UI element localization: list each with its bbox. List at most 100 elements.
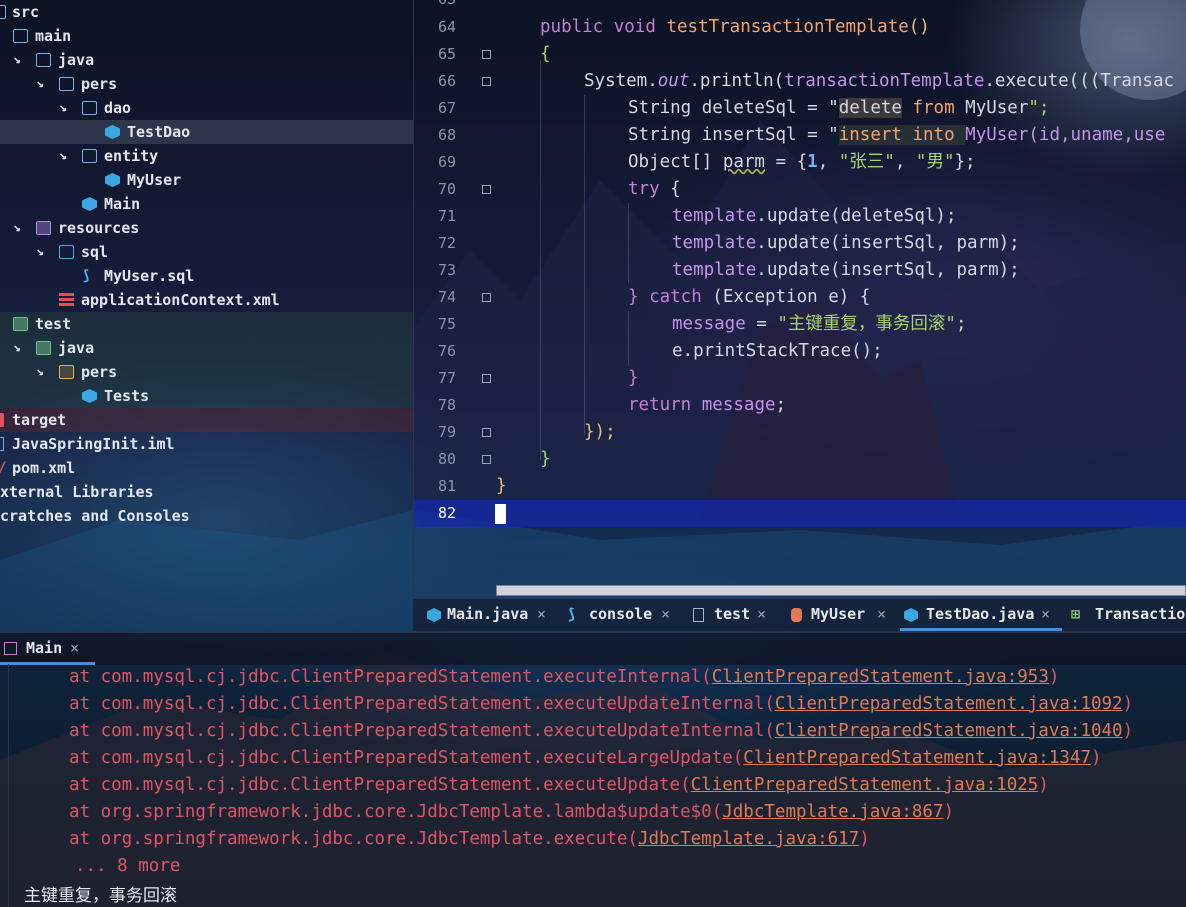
tree-item-test[interactable]: test bbox=[0, 312, 413, 336]
tree-item-dao[interactable]: ↘ dao bbox=[0, 96, 413, 120]
tree-item-entity[interactable]: ↘ entity bbox=[0, 144, 413, 168]
tree-item-pom[interactable]: / pom.xml bbox=[0, 456, 413, 480]
close-icon[interactable]: × bbox=[877, 599, 886, 630]
tab-console[interactable]: ⟆ console × bbox=[565, 599, 687, 631]
tree-item-external-libraries[interactable]: xternal Libraries bbox=[0, 480, 413, 504]
code-line-72[interactable]: template.update(insertSql, parm); bbox=[672, 230, 1020, 257]
code-line-65[interactable]: { bbox=[540, 41, 551, 68]
expand-arrow-icon[interactable]: ↘ bbox=[9, 336, 25, 360]
code-line-67[interactable]: String deleteSql = "delete from MyUser"; bbox=[628, 95, 1049, 122]
java-class-icon bbox=[82, 197, 97, 211]
tab-myuser[interactable]: MyUser × bbox=[789, 599, 899, 631]
expand-arrow-icon[interactable]: ↘ bbox=[55, 96, 71, 120]
close-icon[interactable]: × bbox=[70, 633, 79, 664]
tree-item-iml[interactable]: JavaSpringInit.iml bbox=[0, 432, 413, 456]
tree-item-applicationcontext[interactable]: applicationContext.xml bbox=[0, 288, 413, 312]
line-number: 73 bbox=[437, 261, 456, 279]
tree-item-main-class[interactable]: Main bbox=[0, 192, 413, 216]
code-line-64[interactable]: public void testTransactionTemplate() bbox=[540, 14, 930, 41]
folder-icon bbox=[36, 53, 51, 67]
tree-item-main[interactable]: main bbox=[0, 24, 413, 48]
code-line-69[interactable]: Object[] parm = {1, "张三", "男"}; bbox=[628, 149, 976, 176]
line-number: 66 bbox=[437, 72, 456, 90]
tree-item-resources[interactable]: ↘ resources bbox=[0, 216, 413, 240]
source-link[interactable]: JdbcTemplate.java:617 bbox=[638, 829, 859, 849]
tree-item-pers[interactable]: ↘ pers bbox=[0, 72, 413, 96]
tree-item-tests[interactable]: Tests bbox=[0, 384, 413, 408]
fold-marker-icon[interactable] bbox=[482, 50, 491, 59]
fold-marker-icon[interactable] bbox=[482, 293, 491, 302]
stack-trace-line: at org.springframework.jdbc.core.JdbcTem… bbox=[69, 829, 870, 849]
expand-arrow-icon[interactable]: ↘ bbox=[9, 216, 25, 240]
indent-guide bbox=[540, 60, 541, 460]
horizontal-scrollbar[interactable] bbox=[496, 585, 1186, 596]
tab-main-java[interactable]: Main.java × bbox=[425, 599, 560, 631]
code-line-78[interactable]: return message; bbox=[628, 392, 786, 419]
code-line-74[interactable]: } catch (Exception e) { bbox=[628, 284, 870, 311]
stack-trace-line: at com.mysql.cj.jdbc.ClientPreparedState… bbox=[69, 721, 1134, 741]
code-line-76[interactable]: e.printStackTrace(); bbox=[672, 338, 883, 365]
tab-test[interactable]: test × bbox=[691, 599, 781, 631]
tree-item-java[interactable]: ↘ java bbox=[0, 48, 413, 72]
code-line-75[interactable]: message = "主键重复，事务回滚"; bbox=[672, 311, 967, 338]
tree-item-scratches[interactable]: cratches and Consoles bbox=[0, 504, 413, 528]
java-class-icon bbox=[904, 608, 918, 622]
source-link[interactable]: JdbcTemplate.java:867 bbox=[722, 802, 943, 822]
indent-guide bbox=[584, 95, 585, 435]
run-panel-header: Main × bbox=[0, 632, 1186, 665]
tree-item-myuser-sql[interactable]: ⟆ MyUser.sql bbox=[0, 264, 413, 288]
tree-item-sql[interactable]: ↘ sql bbox=[0, 240, 413, 264]
indent-guide bbox=[628, 311, 629, 366]
diagram-icon: ⊞ bbox=[1071, 605, 1081, 623]
fold-marker-icon[interactable] bbox=[482, 185, 491, 194]
source-link[interactable]: ClientPreparedStatement.java:1347 bbox=[743, 748, 1091, 768]
xml-file-icon bbox=[59, 293, 74, 307]
expand-arrow-icon[interactable]: ↘ bbox=[32, 360, 48, 384]
fold-marker-icon[interactable] bbox=[482, 455, 491, 464]
line-number: 79 bbox=[437, 423, 456, 441]
source-link[interactable]: ClientPreparedStatement.java:1040 bbox=[775, 721, 1123, 741]
close-icon[interactable]: × bbox=[1041, 599, 1050, 630]
tab-testdao-java[interactable]: TestDao.java × bbox=[900, 599, 1062, 631]
fold-marker-icon[interactable] bbox=[482, 374, 491, 383]
tree-item-test-pers[interactable]: ↘ pers bbox=[0, 360, 413, 384]
code-line-73[interactable]: template.update(insertSql, parm); bbox=[672, 257, 1020, 284]
code-line-80[interactable]: } bbox=[540, 446, 551, 473]
line-number: 74 bbox=[437, 288, 456, 306]
line-number: 80 bbox=[437, 450, 456, 468]
close-icon[interactable]: × bbox=[537, 599, 546, 630]
run-tab-main[interactable]: Main × bbox=[0, 633, 95, 665]
stack-trace-line: at com.mysql.cj.jdbc.ClientPreparedState… bbox=[69, 667, 1060, 687]
code-line-77[interactable]: } bbox=[628, 365, 639, 392]
java-class-icon bbox=[105, 125, 120, 139]
tree-item-test-java[interactable]: ↘ java bbox=[0, 336, 413, 360]
db-table-icon bbox=[791, 608, 802, 622]
close-icon[interactable]: × bbox=[661, 599, 670, 630]
source-link[interactable]: ClientPreparedStatement.java:1025 bbox=[691, 775, 1039, 795]
tree-item-myuser[interactable]: MyUser bbox=[0, 168, 413, 192]
tree-item-src[interactable]: src bbox=[0, 0, 413, 24]
tree-item-target[interactable]: target bbox=[0, 408, 413, 432]
expand-arrow-icon[interactable]: ↘ bbox=[9, 48, 25, 72]
code-line-81[interactable]: } bbox=[496, 473, 507, 500]
code-line-71[interactable]: template.update(deleteSql); bbox=[672, 203, 956, 230]
code-line-66[interactable]: System.out.println(transactionTemplate.e… bbox=[584, 68, 1174, 95]
fold-marker-icon[interactable] bbox=[482, 77, 491, 86]
code-line-68[interactable]: String insertSql = "insert into MyUser(i… bbox=[628, 122, 1165, 149]
stack-trace-line: at org.springframework.jdbc.core.JdbcTem… bbox=[69, 802, 955, 822]
package-icon bbox=[59, 77, 74, 91]
resources-folder-icon bbox=[36, 221, 51, 235]
expand-arrow-icon[interactable]: ↘ bbox=[32, 240, 48, 264]
code-line-70[interactable]: try { bbox=[628, 176, 681, 203]
stack-trace-more[interactable]: ... 8 more bbox=[75, 853, 180, 880]
source-link[interactable]: ClientPreparedStatement.java:953 bbox=[712, 667, 1049, 687]
tree-item-testdao[interactable]: TestDao bbox=[0, 120, 413, 144]
current-line-highlight bbox=[413, 500, 1186, 527]
close-icon[interactable]: × bbox=[757, 599, 766, 630]
expand-arrow-icon[interactable]: ↘ bbox=[32, 72, 48, 96]
code-line-79[interactable]: }); bbox=[584, 419, 616, 446]
tab-transaction[interactable]: ⊞ Transactio bbox=[1069, 599, 1186, 631]
source-link[interactable]: ClientPreparedStatement.java:1092 bbox=[775, 694, 1123, 714]
fold-marker-icon[interactable] bbox=[482, 428, 491, 437]
expand-arrow-icon[interactable]: ↘ bbox=[55, 144, 71, 168]
